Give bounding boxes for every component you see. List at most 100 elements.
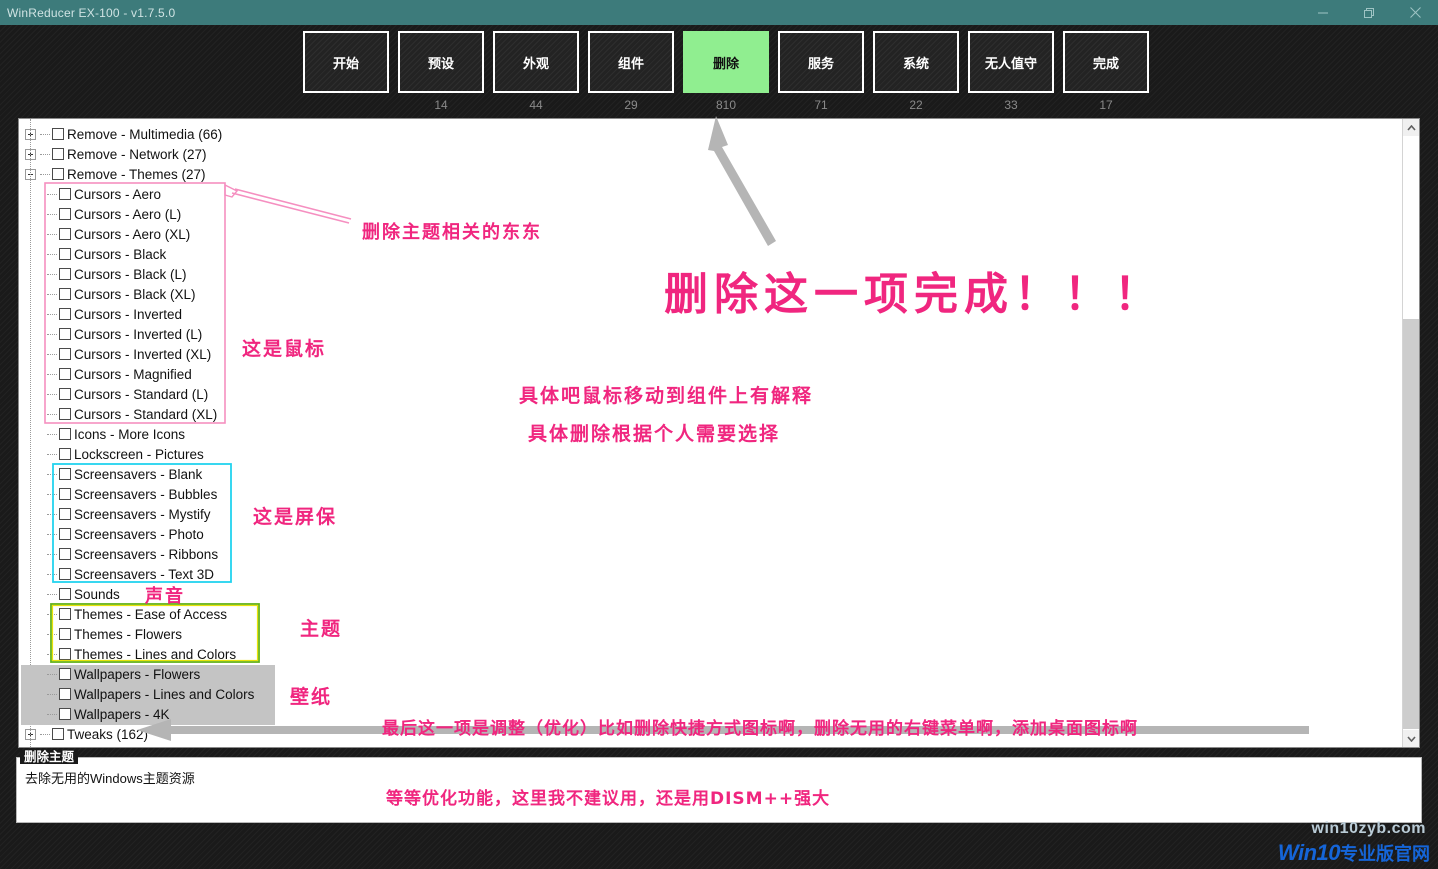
tree-row[interactable]: Screensavers - Text 3D (25, 564, 1401, 584)
checkbox[interactable] (59, 328, 71, 340)
scrollbar-thumb[interactable] (1403, 319, 1419, 729)
checkbox[interactable] (59, 608, 71, 620)
checkbox[interactable] (59, 528, 71, 540)
tree-row[interactable]: Cursors - Inverted (XL) (25, 344, 1401, 364)
tree-row[interactable]: Screensavers - Bubbles (25, 484, 1401, 504)
tree-row-label: Cursors - Inverted (L) (74, 326, 203, 342)
tree-row-label: Cursors - Magnified (74, 366, 192, 382)
tree-row[interactable]: Screensavers - Mystify (25, 504, 1401, 524)
tree-row[interactable]: Cursors - Aero (XL) (25, 224, 1401, 244)
tree-row[interactable]: Cursors - Aero (25, 184, 1401, 204)
tree-connector (47, 473, 57, 475)
tree-connector (47, 313, 57, 315)
checkbox[interactable] (59, 308, 71, 320)
tree-row-label: Screensavers - Mystify (74, 506, 211, 522)
tree-row-label: Wallpapers - Lines and Colors (74, 686, 255, 702)
tree-row[interactable]: Sounds (25, 584, 1401, 604)
tab-5[interactable]: 服务 (778, 31, 864, 93)
tree-row[interactable]: Cursors - Inverted (L) (25, 324, 1401, 344)
minimize-button[interactable] (1300, 0, 1346, 25)
tree-row[interactable]: Themes - Lines and Colors (25, 644, 1401, 664)
tree-row[interactable]: Themes - Flowers (25, 624, 1401, 644)
tab-7[interactable]: 无人值守 (968, 31, 1054, 93)
checkbox[interactable] (52, 148, 64, 160)
tree-row[interactable]: Remove - Themes (27) (25, 164, 1401, 184)
tree-row-label: Sounds (74, 586, 120, 602)
tree-row[interactable]: Wallpapers - Flowers (25, 664, 1401, 684)
tree-row-label: Cursors - Black (L) (74, 266, 187, 282)
tab-3[interactable]: 组件 (588, 31, 674, 93)
tree-connector (47, 593, 57, 595)
tab-wrapper-5: 服务 71 (778, 31, 864, 113)
tree-connector (47, 653, 57, 655)
checkbox[interactable] (59, 688, 71, 700)
tab-0[interactable]: 开始 (303, 31, 389, 93)
tree-connector (47, 713, 57, 715)
tree-row-label: Cursors - Aero (74, 186, 162, 202)
tree-row[interactable]: Lockscreen - Pictures (25, 444, 1401, 464)
tree-row[interactable]: Wallpapers - Lines and Colors (25, 684, 1401, 704)
checkbox[interactable] (52, 728, 64, 740)
vertical-scrollbar[interactable] (1402, 119, 1419, 747)
tab-wrapper-0: 开始 (303, 31, 389, 113)
checkbox[interactable] (59, 368, 71, 380)
checkbox[interactable] (59, 508, 71, 520)
checkbox[interactable] (59, 628, 71, 640)
checkbox[interactable] (59, 188, 71, 200)
restore-button[interactable] (1346, 0, 1392, 25)
scroll-up-button[interactable] (1403, 119, 1419, 136)
checkbox[interactable] (59, 468, 71, 480)
tab-8[interactable]: 完成 (1063, 31, 1149, 93)
checkbox[interactable] (59, 388, 71, 400)
checkbox[interactable] (59, 428, 71, 440)
watermark-url: win10zyb.com (1311, 820, 1426, 837)
tab-1[interactable]: 预设 (398, 31, 484, 93)
tree-row[interactable]: Themes - Ease of Access (25, 604, 1401, 624)
tree-connector (47, 373, 57, 375)
tree-row-label: Cursors - Standard (L) (74, 386, 209, 402)
checkbox[interactable] (59, 248, 71, 260)
tree-row-label: Screensavers - Photo (74, 526, 204, 542)
tree-row-label: Cursors - Inverted (XL) (74, 346, 212, 362)
checkbox[interactable] (59, 208, 71, 220)
checkbox[interactable] (59, 708, 71, 720)
checkbox[interactable] (59, 408, 71, 420)
tree-connector (47, 493, 57, 495)
annotation-hint-line1: 具体吧鼠标移动到组件上有解释 (519, 385, 814, 407)
tab-4[interactable]: 删除 (683, 31, 769, 93)
tree-row[interactable]: Screensavers - Ribbons (25, 544, 1401, 564)
tree-row[interactable]: Remove - Multimedia (66) (25, 124, 1401, 144)
tab-2[interactable]: 外观 (493, 31, 579, 93)
checkbox[interactable] (59, 288, 71, 300)
tree-row-label: Wallpapers - 4K (74, 706, 170, 722)
checkbox[interactable] (59, 488, 71, 500)
tree-row[interactable]: Wallpapers - 4K (25, 704, 1401, 724)
checkbox[interactable] (59, 268, 71, 280)
checkbox[interactable] (59, 668, 71, 680)
tree-row-label: Remove - Network (27) (67, 146, 207, 162)
checkbox[interactable] (59, 588, 71, 600)
tree-connector (47, 673, 57, 675)
tree-row[interactable]: Screensavers - Blank (25, 464, 1401, 484)
checkbox[interactable] (59, 548, 71, 560)
tree-row-label: Remove - Themes (27) (67, 166, 206, 182)
scroll-down-button[interactable] (1403, 730, 1419, 747)
checkbox[interactable] (52, 128, 64, 140)
tab-count-7: 33 (1004, 98, 1018, 112)
checkbox[interactable] (59, 228, 71, 240)
tree-row[interactable]: Cursors - Aero (L) (25, 204, 1401, 224)
checkbox[interactable] (59, 568, 71, 580)
tree-row[interactable]: Remove - Network (27) (25, 144, 1401, 164)
tree-connector (47, 573, 57, 575)
checkbox[interactable] (59, 648, 71, 660)
tree-guide-line (30, 119, 31, 747)
checkbox[interactable] (52, 168, 64, 180)
tree-connector (47, 253, 57, 255)
checkbox[interactable] (59, 348, 71, 360)
tab-wrapper-7: 无人值守 33 (968, 31, 1054, 113)
tree-connector (47, 453, 57, 455)
tree-row[interactable]: Screensavers - Photo (25, 524, 1401, 544)
close-button[interactable] (1392, 0, 1438, 25)
tab-6[interactable]: 系统 (873, 31, 959, 93)
checkbox[interactable] (59, 448, 71, 460)
